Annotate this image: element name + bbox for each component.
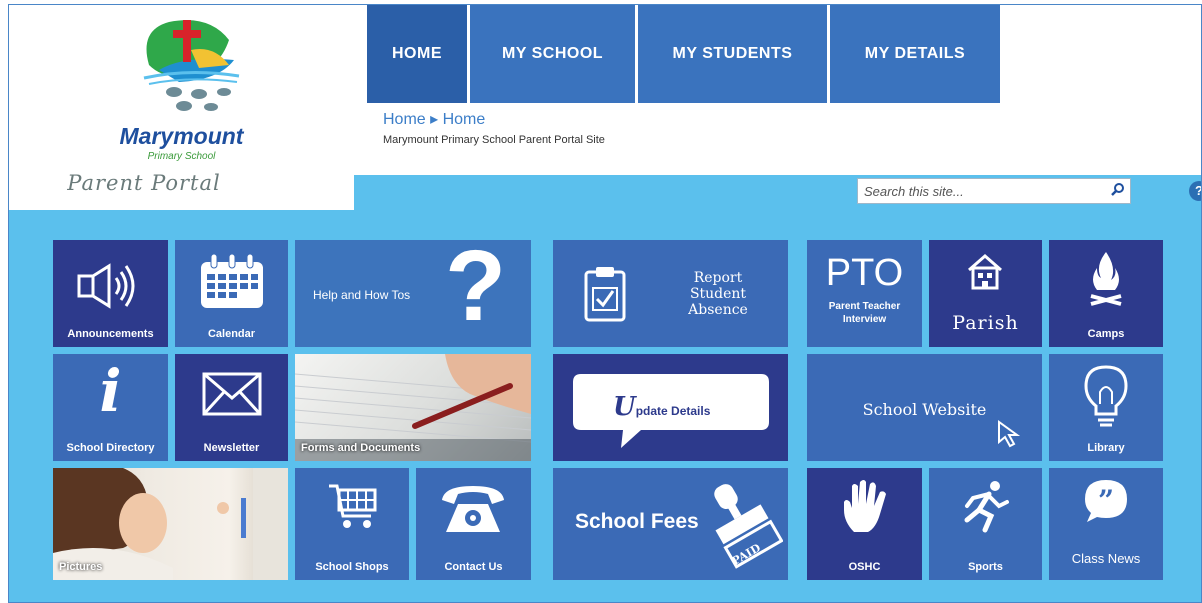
tab-home[interactable]: HOME: [367, 5, 467, 103]
tab-my-details[interactable]: MY DETAILS: [830, 5, 1000, 103]
tab-my-students[interactable]: MY STUDENTS: [638, 5, 827, 103]
school-crest-icon: [143, 20, 240, 111]
update-text: pdate Details: [635, 404, 711, 418]
tile-label: Newsletter: [203, 442, 260, 454]
tile-label: Sports: [968, 561, 1003, 573]
tile-pictures[interactable]: Pictures: [53, 468, 288, 580]
tile-label: School Shops: [315, 561, 389, 573]
telephone-icon: [442, 486, 504, 532]
search-box: [857, 178, 1131, 204]
label-line: Interview: [842, 314, 887, 325]
envelope-icon: [202, 372, 262, 416]
cursor-arrow-icon: [998, 420, 1021, 448]
tile-school-directory[interactable]: i School Directory: [53, 354, 168, 461]
tile-pto[interactable]: PTO Parent Teacher Interview: [807, 240, 922, 347]
tile-label: Pictures: [59, 561, 103, 573]
search-input[interactable]: [858, 180, 1106, 202]
calendar-icon: [201, 253, 263, 308]
breadcrumb: Home ▸ Home Marymount Primary School Par…: [383, 109, 605, 146]
tile-label: Contact Us: [444, 561, 503, 573]
tile-school-shops[interactable]: School Shops: [295, 468, 409, 580]
pto-title: PTO: [825, 252, 904, 294]
tile-label: U pdate Details: [613, 392, 710, 422]
svg-text:”: ”: [1098, 484, 1114, 517]
lightbulb-icon: [1084, 365, 1128, 427]
top-navigation: HOME MY SCHOOL MY STUDENTS MY DETAILS: [367, 5, 1003, 103]
school-name: Marymount: [119, 123, 244, 149]
shopping-cart-icon: [329, 484, 377, 528]
tile-calendar[interactable]: Calendar: [175, 240, 288, 347]
portal-page: Marymount Primary School Parent Portal H…: [8, 4, 1202, 603]
tile-label: Help and How Tos: [313, 288, 411, 302]
portal-title: Parent Portal: [67, 171, 221, 195]
tile-label: Parent Teacher Interview: [807, 300, 922, 326]
tile-class-news[interactable]: ” Class News: [1049, 468, 1163, 580]
tile-newsletter[interactable]: Newsletter: [175, 354, 288, 461]
tile-report-student-absence[interactable]: Report Student Absence: [553, 240, 788, 347]
tab-my-school[interactable]: MY SCHOOL: [470, 5, 635, 103]
tile-label: School Website: [862, 400, 987, 419]
tile-school-website[interactable]: School Website: [807, 354, 1042, 461]
tile-sports[interactable]: Sports: [929, 468, 1042, 580]
tile-label: Library: [1087, 442, 1125, 454]
quote-bubble-icon: ”: [1085, 480, 1127, 522]
tile-camps[interactable]: Camps: [1049, 240, 1163, 347]
tile-label: School Directory: [66, 442, 155, 454]
tile-label: Forms and Documents: [301, 442, 421, 454]
breadcrumb-path[interactable]: Home ▸ Home: [383, 109, 605, 129]
info-icon: i: [99, 357, 122, 425]
tile-label: OSHC: [848, 561, 881, 573]
clipboard-check-icon: [584, 267, 626, 322]
tile-label: Class News: [1071, 551, 1141, 566]
update-initial: U: [613, 392, 636, 422]
tile-forms-documents[interactable]: Forms and Documents: [295, 354, 531, 461]
label-line: Report: [693, 270, 743, 286]
label-line: Parent Teacher: [828, 301, 901, 312]
church-icon: [968, 254, 1002, 290]
tile-label: Camps: [1087, 328, 1125, 340]
campfire-icon: [1090, 252, 1122, 306]
tile-announcements[interactable]: Announcements: [53, 240, 168, 347]
tile-help-how-tos[interactable]: Help and How Tos ?: [295, 240, 531, 347]
runner-icon: [964, 481, 1009, 533]
search-icon[interactable]: [1106, 182, 1130, 201]
tile-contact-us[interactable]: Contact Us: [416, 468, 531, 580]
question-mark-icon: ?: [445, 240, 507, 342]
school-logo[interactable]: Marymount Primary School Parent Portal: [9, 5, 364, 210]
tile-update-details[interactable]: U pdate Details: [553, 354, 788, 461]
label-line: Absence: [688, 302, 748, 318]
tile-school-fees[interactable]: School Fees PAID: [553, 468, 788, 580]
site-description: Marymount Primary School Parent Portal S…: [383, 134, 605, 146]
tile-label: Announcements: [67, 328, 154, 340]
school-subtitle: Primary School: [147, 151, 216, 162]
tile-parish[interactable]: Parish: [929, 240, 1042, 347]
hand-icon: [844, 480, 886, 532]
help-icon[interactable]: ?: [1189, 181, 1201, 201]
tile-label: Parish: [952, 312, 1019, 334]
label-line: Student: [689, 286, 747, 302]
tile-library[interactable]: Library: [1049, 354, 1163, 461]
tile-label: School Fees: [575, 510, 699, 533]
tile-label: Report Student Absence: [658, 270, 778, 318]
tile-oshc[interactable]: OSHC: [807, 468, 922, 580]
megaphone-icon: [77, 263, 135, 309]
tile-label: Calendar: [207, 328, 256, 340]
